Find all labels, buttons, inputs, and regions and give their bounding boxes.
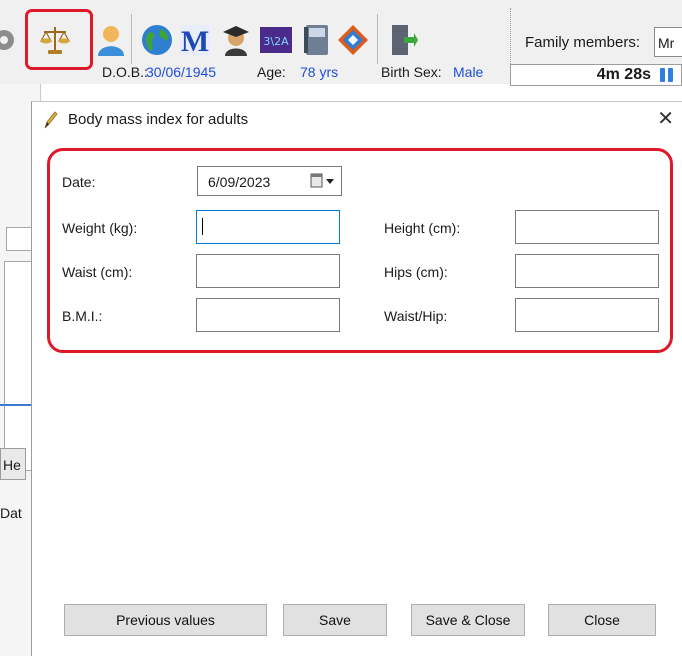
waist-hip-label: Waist/Hip: — [384, 308, 448, 324]
toolbar-separator — [131, 14, 132, 64]
diamond-icon[interactable] — [335, 22, 371, 58]
pencil-icon — [41, 110, 59, 133]
birth-sex-value: Male — [453, 64, 484, 80]
tools-icon[interactable] — [0, 22, 22, 58]
background-he-button[interactable]: He — [0, 448, 26, 480]
family-members-label: Family members: — [525, 34, 641, 51]
weight-label: Weight (kg): — [62, 220, 138, 236]
hips-label: Hips (cm): — [384, 264, 448, 280]
age-label: Age: — [257, 64, 286, 80]
close-icon[interactable]: ✕ — [657, 106, 674, 131]
save-button[interactable]: Save — [283, 604, 387, 636]
save-close-button[interactable]: Save & Close — [411, 604, 525, 636]
date-value: 6/09/2023 — [208, 174, 271, 190]
bmi-input[interactable] — [196, 298, 340, 332]
scheme-icon[interactable]: 3\2A — [258, 22, 294, 58]
bmi-dialog: Body mass index for adults ✕ Date: 6/09/… — [31, 101, 682, 656]
age-value: 78 yrs — [300, 64, 339, 80]
date-picker[interactable]: 6/09/2023 — [197, 166, 342, 196]
timer-value: 4m 28s — [596, 66, 651, 83]
previous-values-button[interactable]: Previous values — [64, 604, 267, 636]
dob-label: D.O.B.: — [102, 64, 148, 80]
close-button[interactable]: Close — [548, 604, 656, 636]
background-dat-label: Dat — [0, 505, 22, 521]
dob-value: 30/06/1945 — [146, 64, 217, 80]
consult-timer: 4m 28s — [510, 64, 682, 86]
dialog-title: Body mass index for adults — [68, 111, 249, 128]
svg-text:M: M — [181, 25, 209, 57]
book-icon[interactable] — [298, 22, 334, 58]
height-input[interactable] — [515, 210, 659, 244]
toolbar-separator — [377, 14, 378, 64]
scales-highlight-outline — [25, 9, 93, 70]
waist-input[interactable] — [196, 254, 340, 288]
waist-hip-input[interactable] — [515, 298, 659, 332]
person-icon[interactable] — [93, 22, 129, 58]
calendar-dropdown-icon[interactable] — [310, 173, 336, 192]
exit-door-icon[interactable] — [384, 22, 420, 58]
weight-input[interactable] — [196, 210, 340, 244]
graduate-icon[interactable] — [218, 22, 254, 58]
birth-sex-label: Birth Sex: — [381, 64, 442, 80]
family-members-select[interactable]: Mr — [654, 27, 682, 57]
text-caret — [202, 218, 203, 235]
bmi-label: B.M.I.: — [62, 308, 103, 324]
medicines-icon[interactable]: M — [177, 22, 213, 58]
waist-label: Waist (cm): — [62, 264, 133, 280]
pause-icon[interactable] — [657, 67, 677, 86]
date-label: Date: — [62, 174, 96, 190]
toolbar-separator — [510, 8, 512, 66]
globe-icon[interactable] — [139, 22, 175, 58]
svg-text:3\2A: 3\2A — [263, 35, 289, 48]
hips-input[interactable] — [515, 254, 659, 288]
height-label: Height (cm): — [384, 220, 461, 236]
